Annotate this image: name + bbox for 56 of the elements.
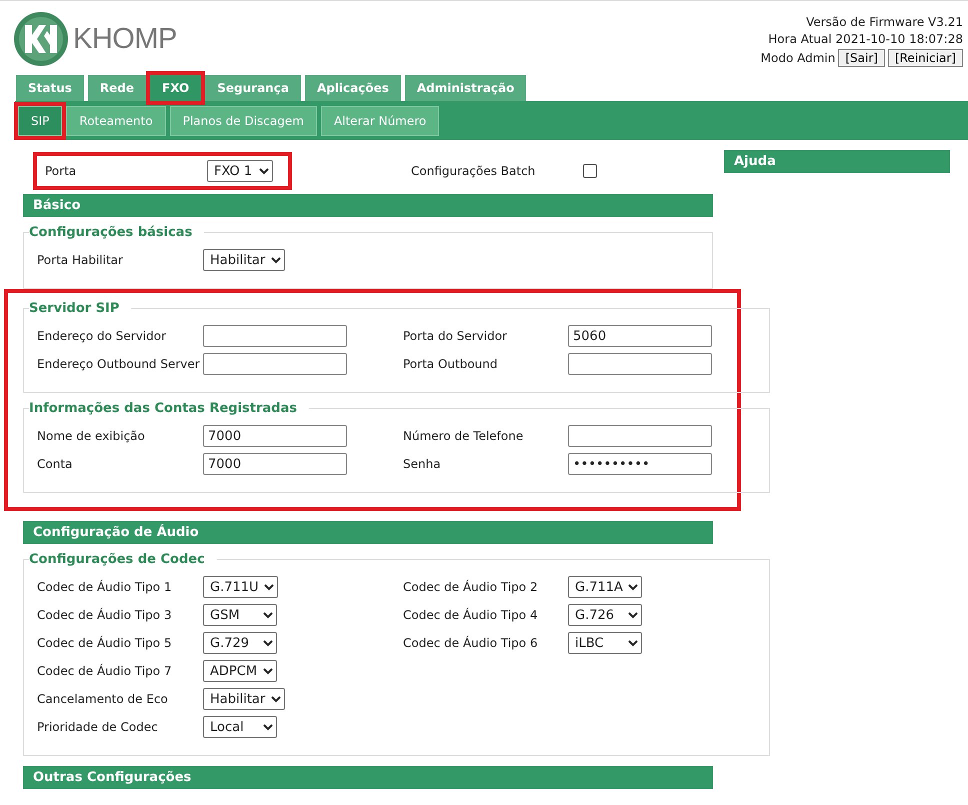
field-label: Codec de Áudio Tipo 4: [403, 608, 539, 622]
group-title: Informações das Contas Registradas: [29, 401, 298, 416]
field-label: Porta Habilitar: [37, 253, 124, 267]
input-field[interactable]: [568, 425, 712, 447]
help-header: Ajuda: [724, 150, 950, 173]
field-label: Nome de exibição: [37, 429, 146, 443]
firmware-version: Versão de Firmware V3.21: [806, 15, 963, 29]
input-field[interactable]: 7000: [203, 453, 347, 475]
field-label: Senha: [403, 457, 442, 471]
field-label: Codec de Áudio Tipo 3: [37, 608, 173, 622]
input-field[interactable]: [568, 353, 712, 375]
mode-label: Modo Admin: [760, 51, 836, 65]
checkbox[interactable]: [583, 164, 597, 178]
field-label: Codec de Áudio Tipo 1: [37, 580, 173, 594]
dropdown[interactable]: Habilitar: [203, 249, 285, 271]
field-label: Configurações Batch: [411, 164, 536, 178]
field-label: Codec de Áudio Tipo 6: [403, 636, 539, 650]
field-label: Prioridade de Codec: [37, 720, 159, 734]
input-field[interactable]: 7000: [203, 425, 347, 447]
dropdown[interactable]: Habilitar: [203, 688, 285, 710]
dropdown[interactable]: Local: [203, 716, 277, 738]
input-field[interactable]: ••••••••••: [568, 453, 712, 475]
logo-text: KHOMP: [73, 22, 177, 56]
section-header: Outras Configurações: [23, 766, 713, 789]
dropdown[interactable]: G.711U: [203, 576, 278, 598]
header-button[interactable]: [Reiniciar]: [888, 49, 963, 67]
field-label: Codec de Áudio Tipo 5: [37, 636, 173, 650]
field-label: Codec de Áudio Tipo 7: [37, 664, 173, 678]
input-field[interactable]: [203, 325, 347, 347]
field-label: Endereço Outbound Server: [37, 357, 201, 371]
nav-tab[interactable]: FXO: [150, 75, 202, 101]
dropdown[interactable]: GSM: [203, 604, 277, 626]
field-label: Número de Telefone: [403, 429, 524, 443]
header-button[interactable]: [Sair]: [838, 49, 885, 67]
group-title: Servidor SIP: [29, 301, 120, 316]
section-header: Básico: [23, 194, 713, 217]
field-label: Cancelamento de Eco: [37, 692, 169, 706]
field-label: Porta do Servidor: [403, 329, 508, 343]
field-label: Endereço do Servidor: [37, 329, 168, 343]
field-label: Porta: [45, 164, 78, 178]
dropdown[interactable]: iLBC: [568, 632, 642, 654]
dropdown[interactable]: ADPCM: [203, 660, 277, 682]
group-title: Configurações de Codec: [29, 552, 206, 567]
dropdown[interactable]: G.729: [203, 632, 277, 654]
field-label: Conta: [37, 457, 74, 471]
dropdown[interactable]: FXO 1: [207, 160, 273, 182]
input-field[interactable]: 5060: [568, 325, 712, 347]
dropdown[interactable]: G.711A: [568, 576, 642, 598]
dropdown[interactable]: G.726: [568, 604, 642, 626]
current-time: Hora Atual 2021-10-10 18:07:28: [768, 32, 963, 46]
logo-icon: [13, 11, 69, 67]
section-header: Configuração de Áudio: [23, 521, 713, 544]
field-label: Porta Outbound: [403, 357, 498, 371]
input-field[interactable]: [203, 353, 347, 375]
group-title: Configurações básicas: [29, 225, 194, 240]
field-label: Codec de Áudio Tipo 2: [403, 580, 539, 594]
